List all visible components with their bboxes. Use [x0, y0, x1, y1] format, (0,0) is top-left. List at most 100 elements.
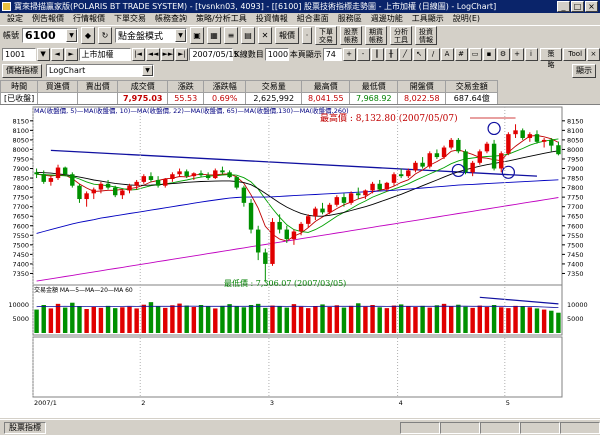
- chart-area[interactable]: 8150 8150 8100 8100 8050 8050 8000 8000 7950 7950…: [0, 104, 600, 418]
- volume-bar: [34, 309, 39, 333]
- menu-strategy-tools[interactable]: 策略/分析工具: [192, 13, 252, 25]
- menu-settings[interactable]: 設定: [3, 13, 28, 25]
- info-icon[interactable]: i: [524, 47, 538, 61]
- line-count-field[interactable]: 1000: [264, 47, 289, 61]
- grid-icon[interactable]: ▦: [207, 27, 221, 44]
- nav-icon[interactable]: ◆: [81, 27, 95, 44]
- crosshair-icon[interactable]: +: [510, 47, 524, 61]
- draw-line-icon[interactable]: /: [426, 47, 440, 61]
- chevron-down-icon[interactable]: ▼: [175, 29, 186, 42]
- analysis-tools-top: 分析: [394, 28, 408, 36]
- cursor-icon[interactable]: ↖: [412, 47, 426, 61]
- print-icon[interactable]: ▭: [468, 47, 482, 61]
- forward-icon[interactable]: ►►: [160, 47, 175, 61]
- order-trade-button[interactable]: 下單 交易: [315, 26, 337, 45]
- chevron-down-icon[interactable]: ▼: [66, 29, 77, 42]
- y-tick-label-right: 7500: [567, 241, 584, 249]
- quote-button[interactable]: 報價: [275, 27, 299, 44]
- tool-button[interactable]: Tool: [563, 47, 586, 61]
- refresh-icon[interactable]: ↻: [98, 27, 112, 44]
- strategy-button[interactable]: 策略: [539, 47, 563, 69]
- stock-account-button[interactable]: 股票 帳務: [340, 26, 362, 45]
- menu-bar: 設定 例告報價 行情報價 下單交易 帳務查詢 策略/分析工具 投資情報 組合畫面…: [0, 13, 600, 26]
- bar-icon[interactable]: ╫: [384, 47, 398, 61]
- menu-tool-display[interactable]: 工具顯示: [408, 13, 449, 25]
- analysis-tools-bottom: 工具: [394, 36, 408, 44]
- menu-account-query[interactable]: 帳務查詢: [151, 13, 192, 25]
- close-button[interactable]: ×: [585, 1, 598, 12]
- quote-table: 時間 買進價 賣出價 成交價 漲跌 漲跌幅 交易量 最高價 最低價 開盤價 交易…: [0, 80, 499, 105]
- menu-service[interactable]: 服務區: [334, 13, 367, 25]
- candle-body: [448, 139, 454, 148]
- settings-icon[interactable]: ⚙: [496, 47, 510, 61]
- x-tick-label: 4: [399, 399, 403, 407]
- last-icon[interactable]: ►|: [175, 47, 189, 61]
- account-select[interactable]: 6100 ▼: [22, 28, 78, 43]
- quote-header-ask: 賣出價: [77, 80, 119, 93]
- zoom-out-icon[interactable]: -: [356, 47, 370, 61]
- mode-select[interactable]: 點金盤模式 ▼: [115, 28, 187, 43]
- rewind-icon[interactable]: ◄◄: [145, 47, 160, 61]
- volume-tick-label-left: 5000: [12, 315, 29, 323]
- first-icon[interactable]: |◄: [131, 47, 145, 61]
- display-field[interactable]: 74: [322, 47, 342, 61]
- chart-icon[interactable]: ▤: [241, 27, 255, 44]
- menu-peripheral[interactable]: 週邊功能: [367, 13, 408, 25]
- y-tick-label-left: 7950: [12, 155, 29, 163]
- minimize-button[interactable]: _: [557, 1, 570, 12]
- zoom-in-icon[interactable]: +: [342, 47, 356, 61]
- menu-investment-info[interactable]: 投資情報: [252, 13, 293, 25]
- show-button[interactable]: 顯示: [572, 63, 596, 78]
- menu-market-quote[interactable]: 行情報價: [69, 13, 110, 25]
- chart-svg[interactable]: 8150 81508100 81008050 80508000 80007950 7950…: [0, 105, 600, 419]
- volume-bar: [62, 307, 68, 333]
- line-icon[interactable]: ╱: [398, 47, 412, 61]
- candle-body: [527, 134, 533, 138]
- dropdown-icon[interactable]: ▼: [36, 47, 50, 61]
- volume-bar: [441, 303, 447, 333]
- volume-bar: [477, 305, 483, 333]
- chevron-down-icon[interactable]: ▼: [142, 65, 153, 76]
- menu-help[interactable]: 說明(E): [449, 13, 485, 25]
- maximize-button[interactable]: □: [571, 1, 584, 12]
- price-indicator-button[interactable]: 價格指標: [2, 63, 42, 78]
- quote-header-change: 漲跌: [167, 80, 205, 93]
- grid-toggle-icon[interactable]: #: [454, 47, 468, 61]
- text-icon[interactable]: A: [440, 47, 454, 61]
- analysis-tools-button[interactable]: 分析 工具: [390, 26, 412, 45]
- candle-body: [277, 221, 282, 230]
- x-tick-label: 5: [506, 399, 510, 407]
- candle-body: [227, 172, 232, 178]
- quote-panel: 時間 買進價 賣出價 成交價 漲跌 漲跌幅 交易量 最高價 最低價 開盤價 交易…: [0, 80, 600, 105]
- date-field[interactable]: 2007/05/15: [189, 47, 239, 61]
- list-icon[interactable]: ≡: [224, 27, 238, 44]
- futures-account-button[interactable]: 期貨 帳務: [365, 26, 387, 45]
- quote-value-row: [已收盤] 7,975.03 55.53 0.69% 2,625,992 8,0…: [0, 92, 499, 105]
- next-icon[interactable]: ►: [64, 47, 78, 61]
- y-tick-label-right: 7900: [567, 165, 584, 173]
- volume-bar: [534, 308, 540, 333]
- stock-code-field[interactable]: 1001: [2, 47, 36, 61]
- volume-bar: [413, 307, 418, 333]
- pin-icon[interactable]: ✕: [258, 27, 272, 44]
- candle-body: [441, 147, 447, 158]
- investment-info-button[interactable]: 投資 情報: [415, 26, 437, 45]
- ma-legend: MA(收盤價, 5)—MA(收盤價, 10)—MA(收盤價, 22)—MA(收盤…: [34, 106, 349, 115]
- menu-combo-screen[interactable]: 組合畫面: [293, 13, 334, 25]
- candle-body: [191, 173, 197, 177]
- volume-bar: [191, 307, 197, 333]
- volume-bar: [98, 307, 104, 333]
- candle-icon[interactable]: ┃: [370, 47, 384, 61]
- menu-order[interactable]: 下單交易: [110, 13, 151, 25]
- close-chart-icon[interactable]: ×: [586, 47, 600, 61]
- candle-body: [484, 143, 490, 152]
- volume-bar: [220, 305, 225, 333]
- prev-icon[interactable]: ◄: [50, 47, 64, 61]
- save-icon[interactable]: ▪: [482, 47, 496, 61]
- status-left: 股票指標: [4, 421, 46, 434]
- volume-bar: [241, 307, 247, 333]
- volume-bar: [484, 307, 490, 333]
- chart-type-select[interactable]: LogChart ▼: [46, 64, 154, 77]
- menu-quote-report[interactable]: 例告報價: [28, 13, 69, 25]
- window-icon[interactable]: ▣: [190, 27, 204, 44]
